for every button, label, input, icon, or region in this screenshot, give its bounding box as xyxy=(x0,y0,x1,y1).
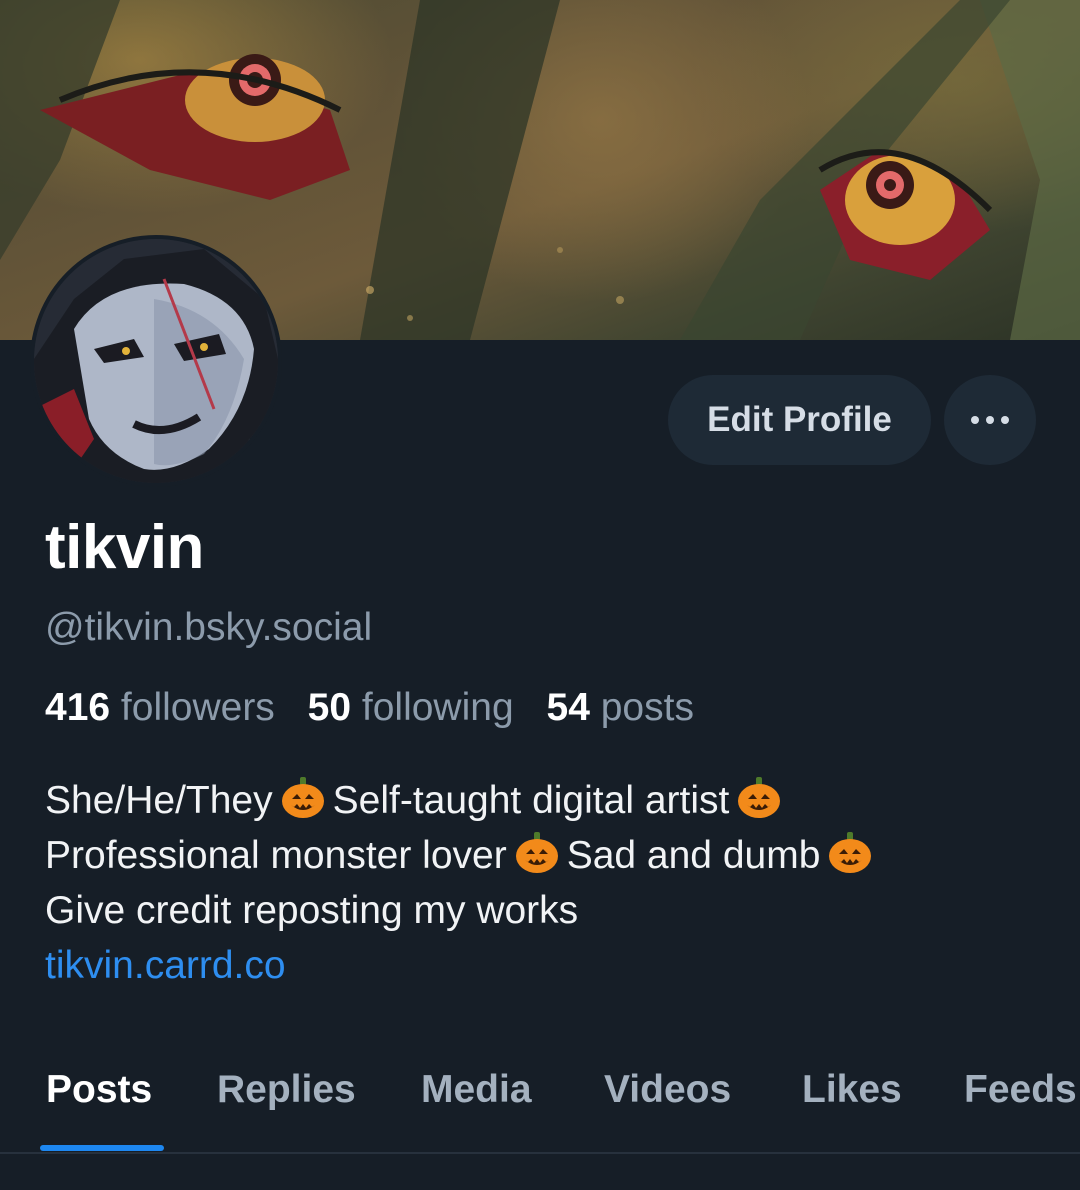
bio-link[interactable]: tikvin.carrd.co xyxy=(45,938,880,993)
active-tab-indicator xyxy=(40,1145,164,1151)
jack-o-lantern-icon xyxy=(515,832,558,873)
jack-o-lantern-icon xyxy=(738,777,781,818)
posts-stat: 54 posts xyxy=(547,686,694,729)
following-label: following xyxy=(361,686,514,729)
bio-text: Professional monster lover xyxy=(45,834,507,877)
followers-count: 416 xyxy=(45,686,111,729)
jack-o-lantern-icon xyxy=(281,777,324,818)
bio-text: Self-taught digital artist xyxy=(332,779,730,822)
posts-label: posts xyxy=(600,686,694,729)
more-options-button[interactable] xyxy=(944,375,1036,465)
bio-line: Professional monster lover Sad and dumb xyxy=(45,828,880,883)
profile-page: Edit Profile tikvin @tikvin.bsky.social … xyxy=(0,0,1080,1190)
tab-videos[interactable]: Videos xyxy=(604,1068,731,1112)
following-link[interactable]: 50 following xyxy=(308,686,514,729)
bio-line: Give credit reposting my works xyxy=(45,889,579,932)
display-name: tikvin xyxy=(45,513,204,582)
edit-profile-label: Edit Profile xyxy=(707,400,892,439)
tab-media[interactable]: Media xyxy=(421,1068,532,1112)
bio-text: Sad and dumb xyxy=(566,834,821,877)
tab-feeds[interactable]: Feeds xyxy=(964,1068,1077,1112)
jack-o-lantern-icon xyxy=(829,832,872,873)
followers-label: followers xyxy=(120,686,275,729)
tab-posts[interactable]: Posts xyxy=(46,1068,152,1112)
tab-replies[interactable]: Replies xyxy=(217,1068,356,1112)
ellipsis-icon xyxy=(971,416,1009,424)
avatar[interactable] xyxy=(30,235,282,487)
bio-line: She/He/They Self-taught digital artist xyxy=(45,773,880,828)
posts-count: 54 xyxy=(546,686,590,729)
tab-likes[interactable]: Likes xyxy=(802,1068,902,1112)
profile-tabs: Posts Replies Media Videos Likes Feeds xyxy=(0,1050,1080,1154)
bio-text: She/He/They xyxy=(45,779,273,822)
following-count: 50 xyxy=(307,686,352,729)
followers-link[interactable]: 416 followers xyxy=(45,686,275,729)
avatar-illustration xyxy=(34,239,278,483)
profile-bio: She/He/They Self-taught digital artist Pr… xyxy=(45,773,880,993)
profile-stats: 416 followers 50 following 54 posts xyxy=(45,686,694,730)
profile-handle: @tikvin.bsky.social xyxy=(45,606,373,649)
edit-profile-button[interactable]: Edit Profile xyxy=(668,375,931,465)
